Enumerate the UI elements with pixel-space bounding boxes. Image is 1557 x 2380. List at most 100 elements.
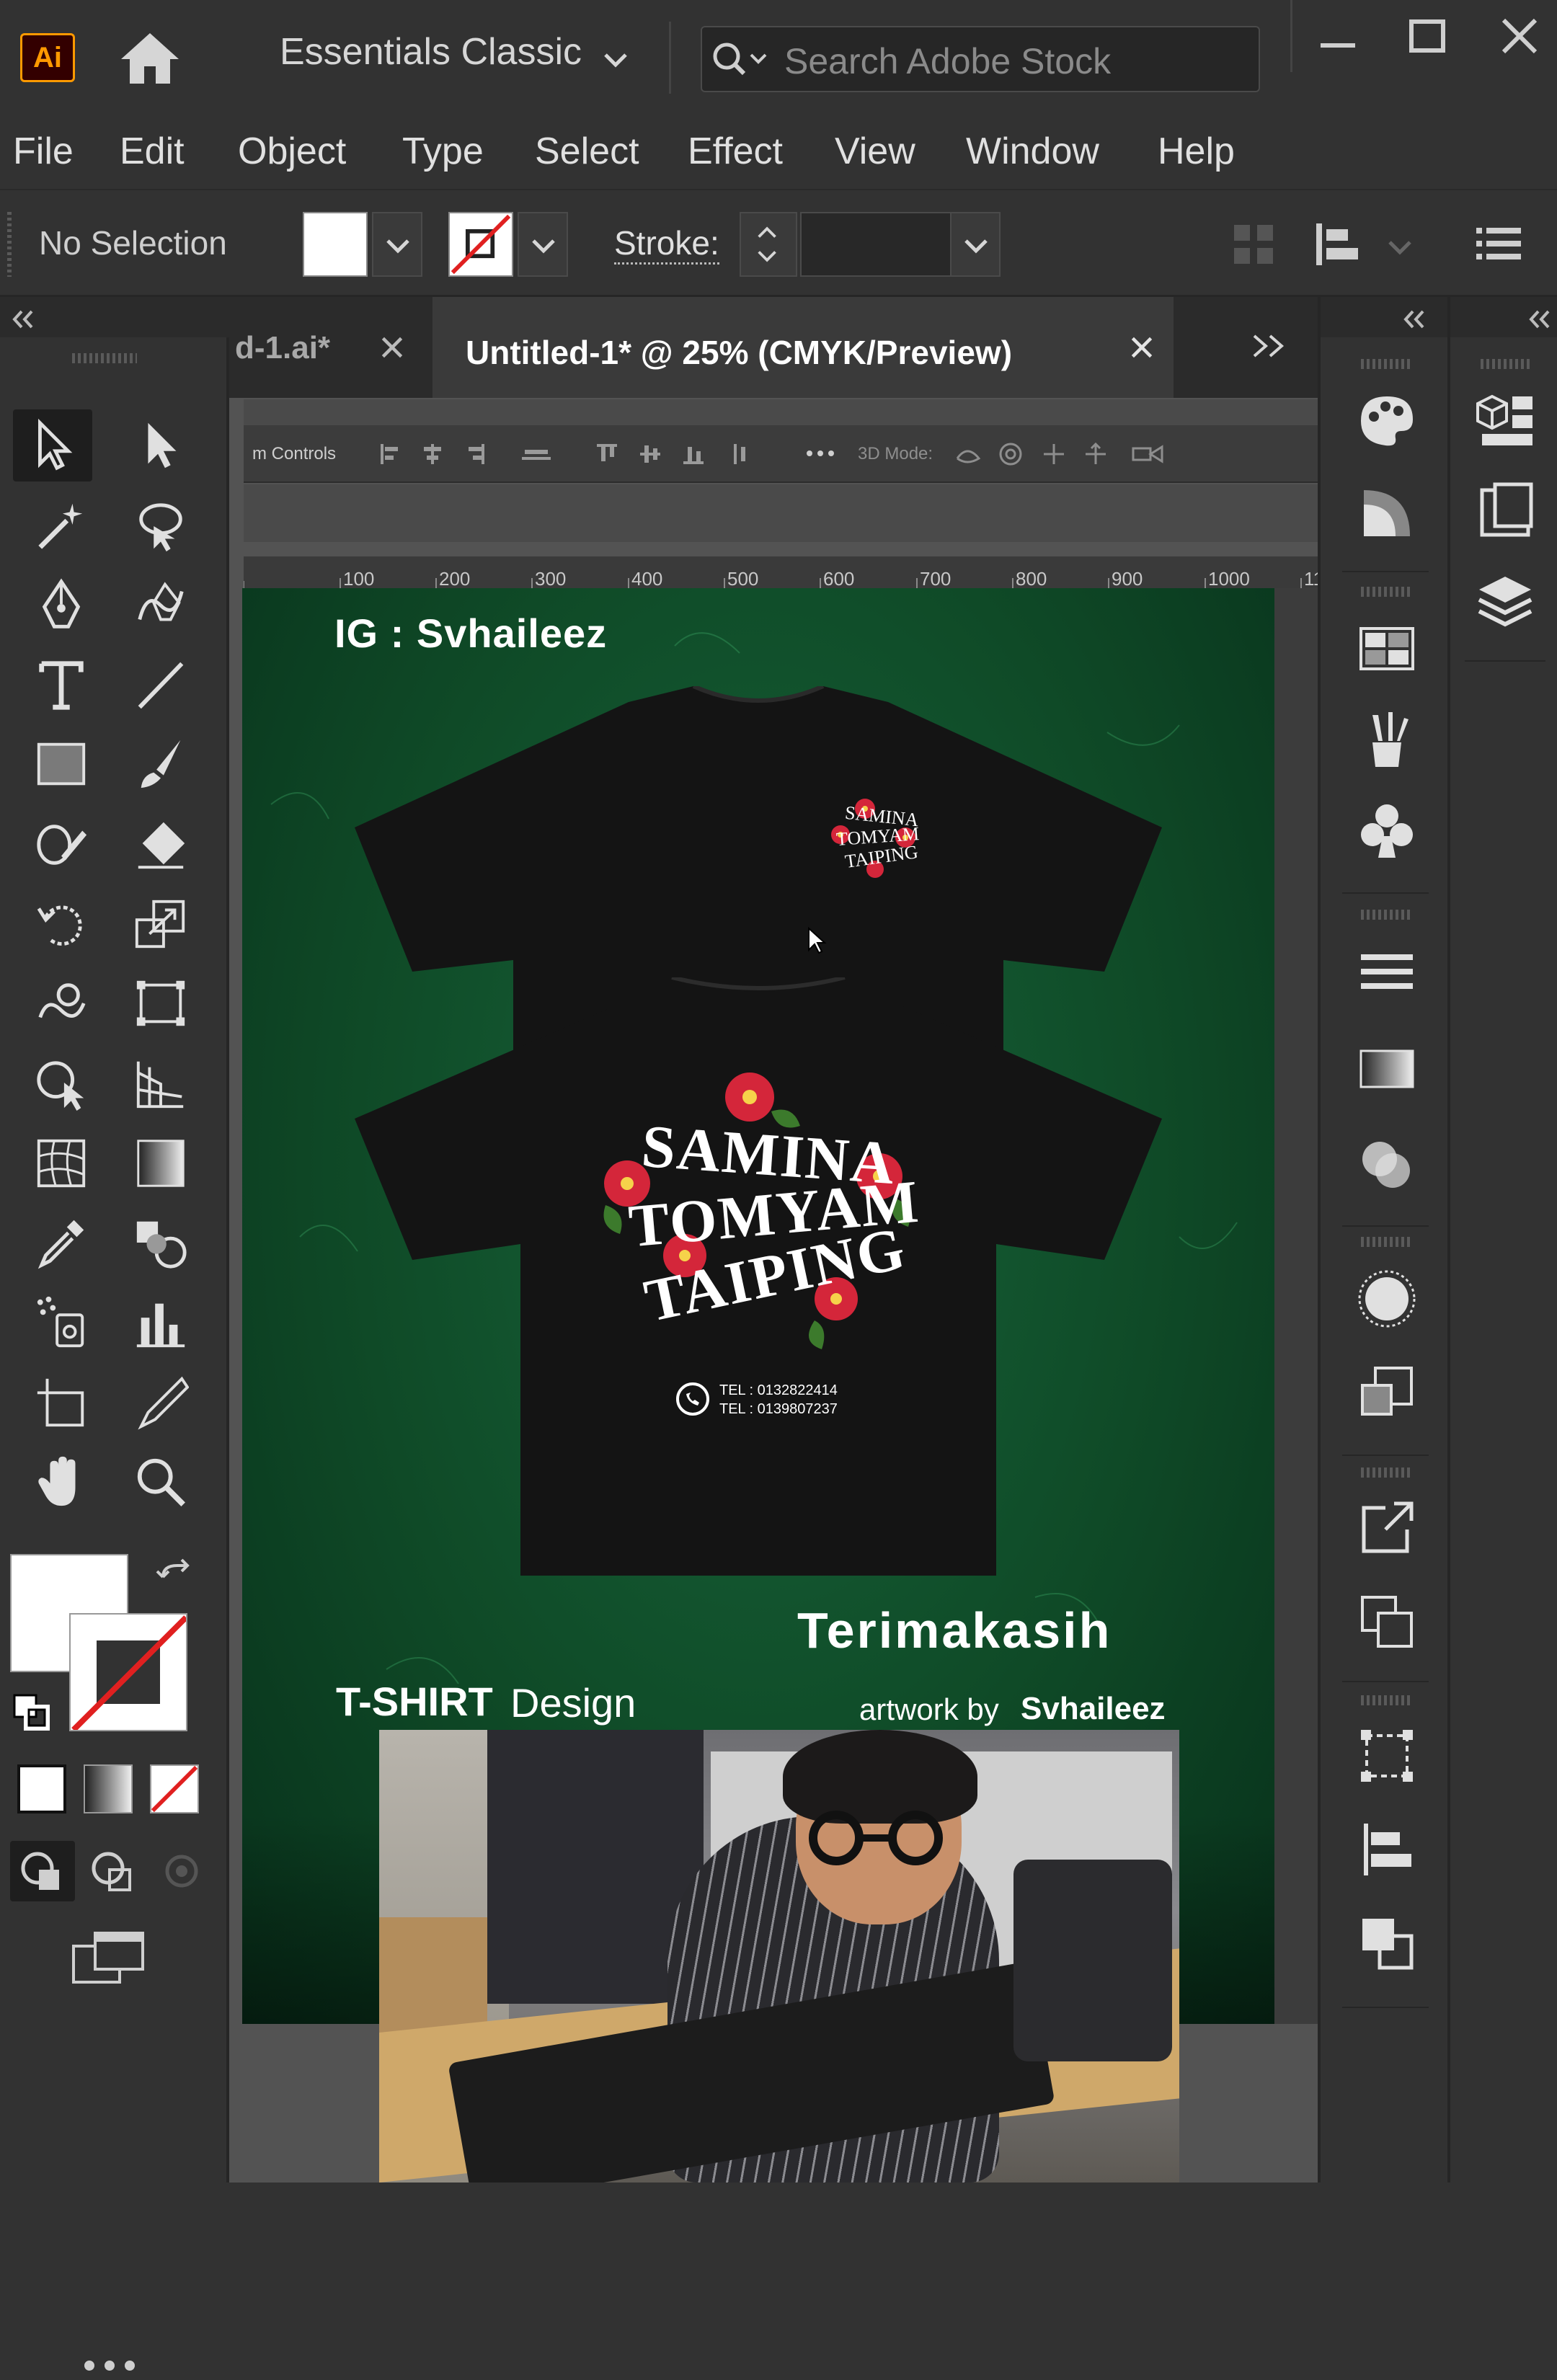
stroke-weight-input[interactable] — [800, 212, 952, 277]
blend-tool[interactable] — [121, 1207, 200, 1279]
direct-selection-tool[interactable] — [121, 409, 200, 481]
warp-tool[interactable] — [22, 967, 101, 1039]
draw-normal-icon[interactable] — [10, 1841, 75, 1901]
curvature-tool[interactable] — [121, 569, 200, 641]
magic-wand-tool[interactable] — [22, 490, 101, 562]
transform-grid-icon[interactable] — [1228, 219, 1279, 270]
webcam-overlay — [379, 1730, 1179, 2183]
close-tab-icon[interactable] — [1129, 334, 1155, 360]
menu-help[interactable]: Help — [1158, 115, 1235, 187]
maximize-icon[interactable] — [1406, 16, 1449, 59]
draw-behind-icon[interactable] — [81, 1841, 146, 1901]
fill-swatch[interactable] — [303, 212, 368, 277]
layers-panel-icon[interactable] — [1470, 567, 1540, 636]
transform-panel-icon[interactable] — [1352, 1721, 1421, 1790]
artboards-panel-icon[interactable] — [1352, 1587, 1421, 1656]
slice-tool[interactable] — [121, 1367, 200, 1439]
column-graph-tool[interactable] — [121, 1286, 200, 1358]
eraser-tool[interactable] — [121, 809, 200, 881]
close-icon[interactable] — [1498, 14, 1541, 58]
tab-active[interactable]: Untitled-1* @ 25% (CMYK/Preview) — [432, 297, 1174, 398]
rectangle-tool[interactable] — [22, 728, 101, 800]
tab-active-label: Untitled-1* @ 25% (CMYK/Preview) — [466, 334, 1013, 371]
screen-mode-icon[interactable] — [69, 1927, 148, 1992]
menu-edit[interactable]: Edit — [120, 115, 185, 187]
chevron-down-icon — [386, 239, 409, 254]
pathfinder-panel-icon[interactable] — [1352, 1909, 1421, 1978]
default-fill-stroke-icon[interactable] — [10, 1691, 53, 1734]
fill-dropdown[interactable] — [372, 212, 422, 277]
zoom-tool[interactable] — [121, 1446, 200, 1518]
menu-window[interactable]: Window — [966, 115, 1099, 187]
export-icon[interactable] — [1352, 1493, 1421, 1563]
color-guide-icon[interactable] — [1352, 479, 1421, 548]
eyedropper-tool[interactable] — [22, 1207, 101, 1279]
align-icon[interactable] — [1312, 219, 1370, 270]
gradient-panel-icon[interactable] — [1352, 1034, 1421, 1103]
color-mode-button[interactable] — [17, 1764, 66, 1813]
appearance-panel-icon[interactable] — [1352, 1264, 1421, 1333]
swap-fill-stroke-icon[interactable] — [153, 1555, 196, 1599]
swatches-panel-icon[interactable] — [1352, 614, 1421, 683]
stroke-stepper[interactable] — [740, 212, 797, 277]
perspective-grid-tool[interactable] — [121, 1048, 200, 1120]
tab-inactive[interactable]: d-1.ai* — [229, 297, 432, 398]
collapse-panel-icon[interactable] — [1400, 308, 1429, 330]
glasses-icon — [809, 1811, 943, 1865]
design-label: Design — [510, 1680, 636, 1726]
tab-inactive-label: d-1.ai* — [235, 330, 331, 365]
selection-tool[interactable] — [13, 409, 92, 481]
menu-select[interactable]: Select — [535, 115, 639, 187]
workspace-switcher[interactable]: Essentials Classic — [280, 30, 582, 74]
symbol-sprayer-tool[interactable] — [22, 1286, 101, 1358]
minimize-icon[interactable] — [1316, 22, 1359, 58]
more-tools-icon[interactable] — [78, 2351, 143, 2380]
menu-file[interactable]: File — [13, 115, 74, 187]
none-mode-button[interactable] — [150, 1764, 199, 1813]
menu-view[interactable]: View — [835, 115, 915, 187]
lasso-tool[interactable] — [121, 490, 200, 562]
chevron-down-icon[interactable] — [1385, 232, 1414, 261]
menu-effect[interactable]: Effect — [688, 115, 783, 187]
stroke-dropdown[interactable] — [518, 212, 568, 277]
gradient-tool[interactable] — [121, 1127, 200, 1199]
rotate-tool[interactable] — [22, 888, 101, 960]
transparency-panel-icon[interactable] — [1352, 1130, 1421, 1199]
free-transform-tool[interactable] — [121, 967, 200, 1039]
hand-tool[interactable] — [22, 1446, 101, 1518]
mouse-cursor-icon — [808, 927, 827, 954]
shaper-tool[interactable] — [22, 809, 101, 881]
home-icon[interactable] — [118, 29, 182, 86]
brushes-panel-icon[interactable] — [1352, 705, 1421, 774]
stroke-panel-icon[interactable] — [1352, 937, 1421, 1006]
scale-tool[interactable] — [121, 888, 200, 960]
libraries-panel-icon[interactable] — [1470, 386, 1540, 456]
artboard-tool[interactable] — [22, 1367, 101, 1439]
align-panel-icon[interactable] — [1352, 1815, 1421, 1884]
gradient-mode-button[interactable] — [84, 1764, 133, 1813]
mesh-tool[interactable] — [22, 1127, 101, 1199]
shape-builder-tool[interactable] — [22, 1048, 101, 1120]
chevron-down-icon[interactable] — [601, 45, 630, 74]
properties-panel-icon[interactable] — [1470, 476, 1540, 545]
close-tab-icon[interactable] — [379, 334, 405, 360]
line-segment-tool[interactable] — [121, 649, 200, 721]
stroke-color-box[interactable] — [69, 1613, 187, 1731]
collapse-panel-icon[interactable] — [1525, 308, 1554, 330]
pen-tool[interactable] — [22, 569, 101, 641]
paintbrush-tool[interactable] — [121, 728, 200, 800]
menu-object[interactable]: Object — [238, 115, 346, 187]
tab-overflow-icon[interactable] — [1248, 332, 1292, 360]
collapse-panel-icon[interactable] — [9, 308, 37, 330]
symbols-panel-icon[interactable] — [1352, 796, 1421, 865]
type-tool[interactable] — [22, 649, 101, 721]
panel-menu-icon[interactable] — [1473, 222, 1524, 265]
inner-control-bar: m Controls 3D Mode: — [244, 425, 1318, 483]
stroke-swatch[interactable] — [448, 212, 513, 277]
stroke-weight-dropdown[interactable] — [950, 212, 1001, 277]
color-panel-icon[interactable] — [1352, 386, 1421, 456]
stock-search-input[interactable]: Search Adobe Stock — [701, 26, 1260, 92]
graphic-styles-icon[interactable] — [1352, 1358, 1421, 1427]
stroke-label[interactable]: Stroke: — [614, 223, 719, 265]
menu-type[interactable]: Type — [402, 115, 484, 187]
